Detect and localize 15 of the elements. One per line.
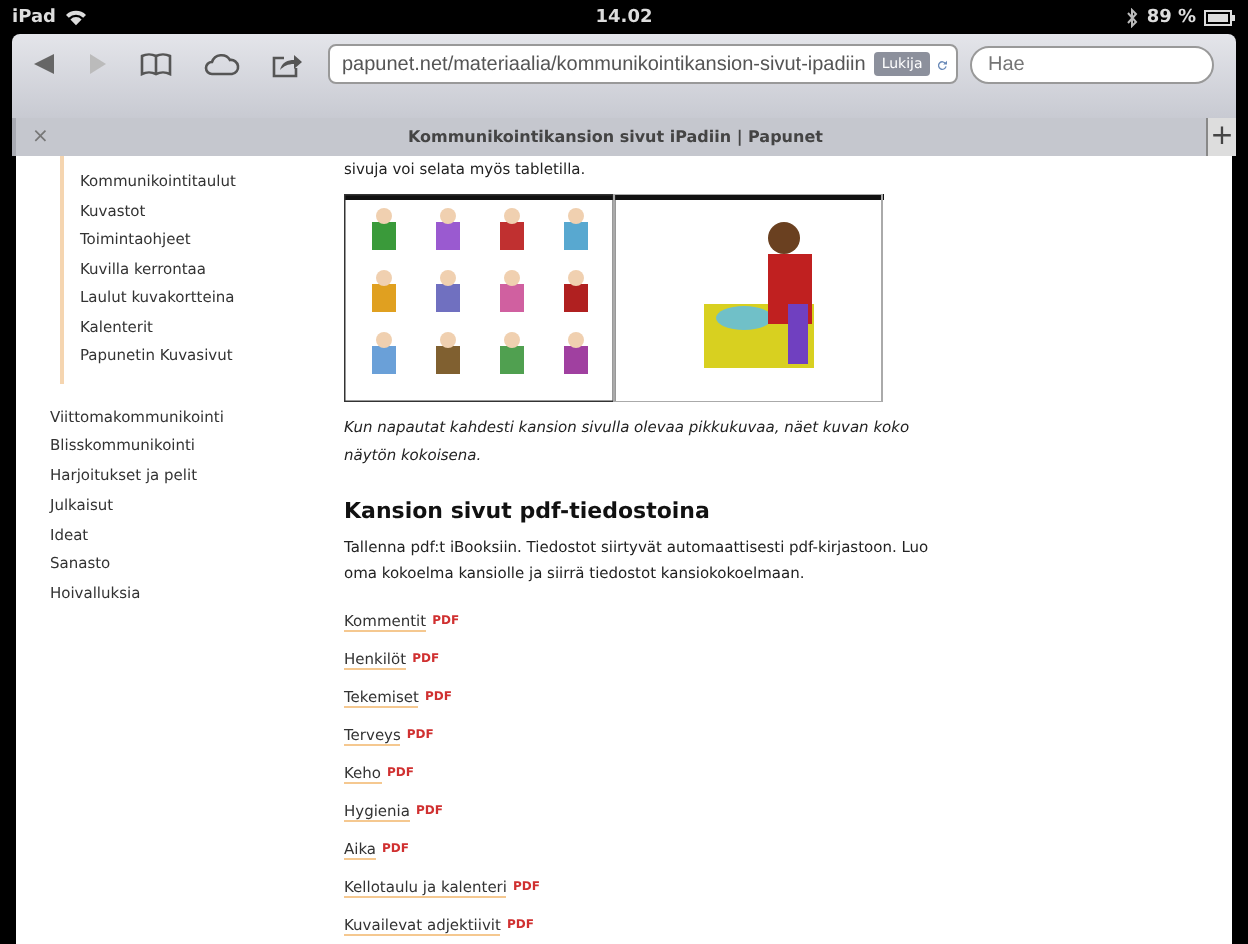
back-icon[interactable] — [32, 52, 56, 76]
new-tab-button[interactable]: + — [1208, 118, 1236, 156]
battery-icon — [1204, 9, 1236, 25]
tab-title: Kommunikointikansion sivut iPadiin | Papunet — [405, 128, 825, 146]
cloud-icon[interactable] — [204, 52, 240, 76]
device-name: iPad — [12, 7, 56, 27]
section-heading: Kansion sivut pdf-tiedostoina — [344, 498, 712, 524]
bluetooth-icon — [1126, 7, 1139, 27]
battery-percent: 89 % — [1146, 7, 1196, 27]
clock-time: 14.02 — [595, 7, 653, 27]
wifi-icon — [63, 8, 88, 26]
bookmarks-icon[interactable] — [140, 52, 172, 76]
share-icon[interactable] — [272, 51, 304, 77]
browser-tab[interactable]: × Kommunikointikansion sivut iPadiin | Papunet — [16, 118, 1208, 156]
search-field[interactable]: Hae — [970, 45, 1214, 83]
